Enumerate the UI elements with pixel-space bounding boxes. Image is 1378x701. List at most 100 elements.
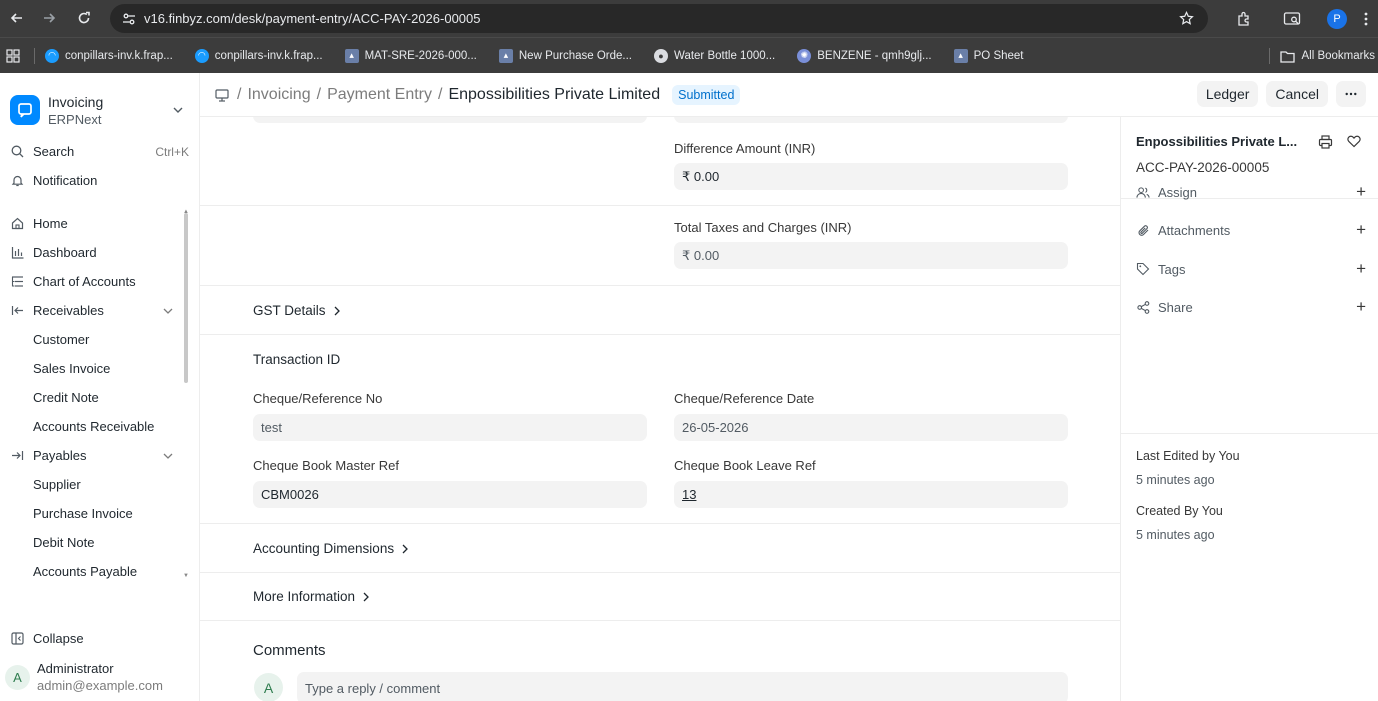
cancel-button[interactable]: Cancel [1266,81,1328,107]
assign-row[interactable]: Assign + [1136,182,1366,202]
comment-avatar: A [254,673,283,701]
home-icon [10,217,24,231]
bookmark-item[interactable]: ◠ conpillars-inv.k.frap... [45,48,173,63]
add-share-icon[interactable]: + [1356,297,1366,317]
print-icon[interactable] [1318,135,1333,149]
share-row[interactable]: Share + [1136,297,1366,317]
sidebar-scrollbar[interactable] [184,213,188,383]
created-by-label: Created By You [1136,504,1223,518]
bookmarks-bar: ◠ conpillars-inv.k.frap... ◠ conpillars-in… [0,37,1378,73]
bookmark-favicon-icon: ▴ [498,48,513,63]
bookmark-separator [1268,48,1270,64]
sidebar-item-purchase-invoice[interactable]: Purchase Invoice [0,499,199,528]
sidebar-search[interactable]: Search Ctrl+K [0,137,199,166]
sidebar-item-supplier[interactable]: Supplier [0,470,199,499]
doc-name: ACC-PAY-2026-00005 [1136,160,1270,175]
bookmark-item[interactable]: ▴ New Purchase Orde... [498,48,632,63]
gst-details-title: GST Details [253,303,326,318]
sidebar-item-credit-note[interactable]: Credit Note [0,383,199,412]
chevron-down-icon[interactable] [163,308,173,314]
globe-icon: ● [654,48,669,63]
cheque-book-master-field[interactable]: CBM0026 [253,481,647,508]
users-icon [1136,186,1150,199]
sidebar-item-receivables[interactable]: Receivables [0,296,199,325]
sidebar-item-payables[interactable]: Payables [0,441,199,470]
heart-icon[interactable] [1347,135,1361,148]
ellipsis-icon [1345,92,1357,96]
total-taxes-field[interactable]: ₹ 0.00 [674,242,1068,269]
bookmark-item[interactable]: ◠ conpillars-inv.k.frap... [194,48,323,63]
add-assign-icon[interactable]: + [1356,182,1366,202]
sidebar-item-customer[interactable]: Customer [0,325,199,354]
all-bookmarks[interactable]: All Bookmarks [1268,38,1375,74]
bookmark-item[interactable]: ● Water Bottle 1000... [654,48,775,63]
chevron-right-icon [402,544,408,554]
breadcrumb-payment-entry[interactable]: Payment Entry [327,86,432,104]
ledger-button[interactable]: Ledger [1196,81,1259,107]
sidebar-item-sales-invoice[interactable]: Sales Invoice [0,354,199,383]
difference-amount-field[interactable]: ₹ 0.00 [674,163,1068,190]
comment-input[interactable]: Type a reply / comment [297,672,1068,701]
partial-field-left[interactable] [253,117,647,123]
arrow-right-to-line-icon [10,449,24,463]
bookmark-favicon-icon: ▴ [344,48,359,63]
workspace-switcher[interactable]: Invoicing ERPNext [0,73,199,133]
profile-avatar[interactable]: P [1320,8,1354,29]
bookmark-favicon-icon: ✺ [797,48,812,63]
cheque-book-leave-field[interactable]: 13 [674,481,1068,508]
cheque-ref-no-label: Cheque/Reference No [253,391,383,406]
sidebar-item-dashboard[interactable]: Dashboard [0,238,199,267]
breadcrumb-invoicing[interactable]: Invoicing [247,86,310,104]
extensions-icon[interactable] [1226,11,1262,27]
sidebar-item-accounts-receivable[interactable]: Accounts Receivable [0,412,199,441]
divider [1121,433,1378,434]
cheque-ref-date-field[interactable]: 26-05-2026 [674,414,1068,441]
cheque-book-master-label: Cheque Book Master Ref [253,458,399,473]
attachments-row[interactable]: Attachments + [1136,220,1366,240]
sidebar-collapse[interactable]: Collapse [0,623,199,653]
sidebar-item-home[interactable]: Home [0,209,199,238]
sidebar-item-accounts-payable[interactable]: Accounts Payable [0,557,199,586]
page-title: Enpossibilities Private Limited [448,85,661,103]
accounting-dimensions-section[interactable]: Accounting Dimensions [200,524,1120,573]
share-icon [1136,300,1150,314]
search-icon [10,145,24,159]
bookmark-item[interactable]: ▴ PO Sheet [953,48,1024,63]
user-menu[interactable]: A Administrator admin@example.com [0,653,199,701]
transaction-id-title: Transaction ID [253,352,341,367]
cast-icon[interactable] [1272,11,1312,27]
chevron-down-icon [173,107,183,113]
last-edited-label: Last Edited by You [1136,449,1240,463]
scroll-down-arrow[interactable]: ▼ [183,573,189,579]
sidebar-item-chart-of-accounts[interactable]: Chart of Accounts [0,267,199,296]
more-information-section[interactable]: More Information [200,573,1120,621]
desk-icon[interactable] [215,88,229,102]
cheque-book-leave-label: Cheque Book Leave Ref [674,458,816,473]
menu-icon[interactable] [1354,12,1378,26]
comments-title: Comments [253,642,326,659]
bar-chart-icon [10,246,24,260]
gst-details-section[interactable]: GST Details [200,286,1120,335]
chevron-right-icon [363,592,369,602]
sidebar-item-debit-note[interactable]: Debit Note [0,528,199,557]
cheque-book-leave-link[interactable]: 13 [682,487,696,502]
cheque-ref-no-field[interactable]: test [253,414,647,441]
bookmark-favicon-icon: ▴ [953,48,968,63]
sidebar-notification[interactable]: Notification [0,166,199,195]
bookmark-item[interactable]: ▴ MAT-SRE-2026-000... [344,48,477,63]
add-attachment-icon[interactable]: + [1356,220,1366,240]
workspace-title: Invoicing [48,93,104,110]
chevron-down-icon[interactable] [163,453,173,459]
apps-grid-icon[interactable] [6,48,20,63]
breadcrumb: / Invoicing / Payment Entry / Enpossibil… [215,86,660,104]
tags-row[interactable]: Tags + [1136,259,1366,279]
sidebar-panel-right: Enpossibilities Private L... ACC-PAY-202… [1120,117,1378,701]
browser-toolbar: v16.finbyz.com/desk/payment-entry/ACC-PA… [0,0,1378,37]
doc-title: Enpossibilities Private L... [1136,134,1298,149]
partial-field-right[interactable] [674,117,1068,123]
bookmark-item[interactable]: ✺ BENZENE - qmh9glj... [797,48,932,63]
page-header: / Invoicing / Payment Entry / Enpossibil… [200,73,1378,117]
accounting-dimensions-title: Accounting Dimensions [253,541,395,556]
more-actions-button[interactable] [1336,81,1366,107]
add-tag-icon[interactable]: + [1356,259,1366,279]
